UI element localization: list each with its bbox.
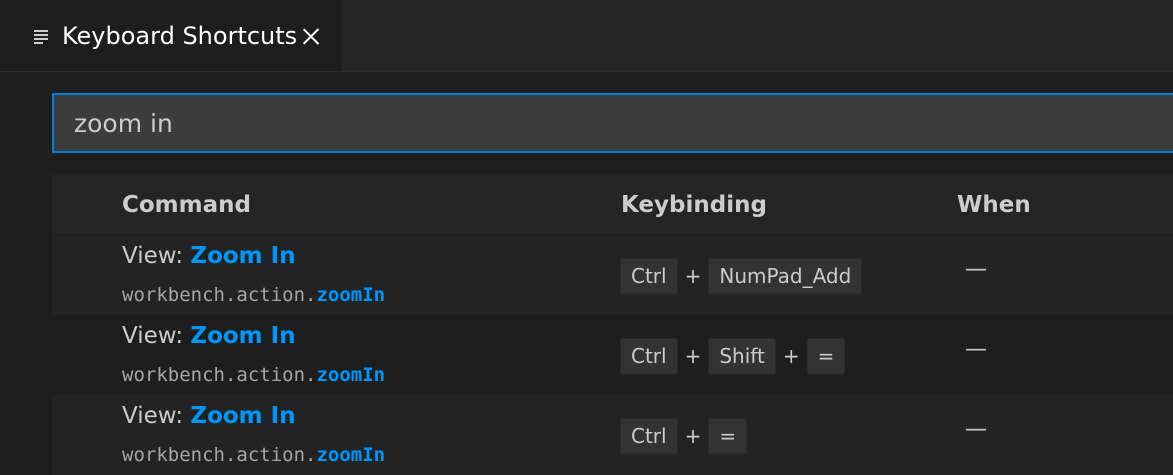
- key-separator: +: [684, 344, 702, 368]
- when-clause: —: [965, 337, 987, 362]
- command-id-match: zoomIn: [316, 284, 386, 306]
- command-id: workbench.action.zoomIn: [122, 444, 385, 466]
- command-id-prefix: workbench.action.: [122, 364, 317, 386]
- command-title: View: Zoom In: [122, 243, 296, 269]
- key-label: =: [806, 337, 846, 375]
- tab-title: Keyboard Shortcuts: [62, 22, 298, 50]
- keyboard-shortcuts-list-icon: [34, 30, 50, 44]
- keybinding[interactable]: Ctrl + Shift + =: [620, 337, 846, 375]
- key-label: Ctrl: [620, 337, 678, 375]
- key-label: Shift: [708, 337, 776, 375]
- when-clause: —: [965, 257, 987, 282]
- table-header: Command Keybinding When: [52, 175, 1173, 234]
- command-title-prefix: View:: [122, 243, 191, 269]
- command-title-prefix: View:: [122, 323, 191, 349]
- command-id: workbench.action.zoomIn: [122, 364, 385, 386]
- key-separator: +: [782, 344, 800, 368]
- command-id-prefix: workbench.action.: [122, 284, 317, 306]
- key-separator: +: [684, 424, 702, 448]
- command-title: View: Zoom In: [122, 323, 296, 349]
- editor-tab-bar: Keyboard Shortcuts: [0, 0, 1173, 72]
- keybinding[interactable]: Ctrl + NumPad_Add: [620, 257, 863, 295]
- key-label: =: [708, 417, 748, 455]
- command-id-match: zoomIn: [316, 364, 386, 386]
- table-row[interactable]: View: Zoom In workbench.action.zoomIn Ctrl…: [52, 395, 1173, 475]
- tab-keyboard-shortcuts[interactable]: Keyboard Shortcuts: [0, 0, 343, 71]
- command-title: View: Zoom In: [122, 403, 296, 429]
- command-id-match: zoomIn: [316, 444, 386, 466]
- command-title-match: Zoom In: [190, 243, 296, 269]
- table-row[interactable]: View: Zoom In workbench.action.zoomIn Ctrl…: [52, 235, 1173, 315]
- table-row[interactable]: View: Zoom In workbench.action.zoomIn Ctrl…: [52, 315, 1173, 395]
- command-id-prefix: workbench.action.: [122, 444, 317, 466]
- when-clause: —: [965, 417, 987, 442]
- key-label: NumPad_Add: [708, 257, 863, 295]
- close-icon[interactable]: [299, 24, 323, 48]
- command-id: workbench.action.zoomIn: [122, 284, 385, 306]
- key-separator: +: [684, 264, 702, 288]
- command-title-match: Zoom In: [190, 323, 296, 349]
- key-label: Ctrl: [620, 257, 678, 295]
- key-label: Ctrl: [620, 417, 678, 455]
- command-title-match: Zoom In: [190, 403, 296, 429]
- column-header-keybinding[interactable]: Keybinding: [621, 192, 767, 218]
- command-title-prefix: View:: [122, 403, 191, 429]
- keybinding[interactable]: Ctrl + =: [620, 417, 748, 455]
- column-header-command[interactable]: Command: [122, 192, 251, 218]
- keybindings-search-input[interactable]: [52, 93, 1173, 153]
- column-header-when[interactable]: When: [957, 192, 1031, 218]
